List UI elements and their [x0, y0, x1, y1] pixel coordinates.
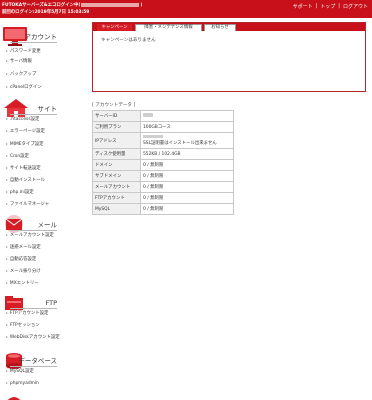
section-title-ftp: FTP — [45, 299, 57, 307]
sidebar-item-file-manager[interactable]: ファイルマネージャ — [6, 201, 49, 207]
sidebar-item-ftp-account[interactable]: FTPアカウント設定 — [6, 310, 49, 316]
table-row: ドメイン 0 / 無制限 — [92, 159, 234, 171]
sidebar-item-php-ini[interactable]: php.ini設定 — [6, 189, 34, 195]
next-section-icon — [7, 397, 21, 400]
section-title-mail: メール — [37, 221, 58, 229]
section-divider — [10, 114, 57, 115]
campaign-notice: キャンペーンはありません — [101, 38, 156, 43]
sidebar-item-cron[interactable]: Cron設定 — [6, 153, 29, 159]
tab-maintenance[interactable]: 障害・メンテナンス情報 — [135, 24, 202, 31]
row-label-disk: ディスク使用量 — [92, 148, 141, 160]
sidebar-item-spam[interactable]: 迷惑メール設定 — [6, 244, 41, 250]
row-label-mysql: MySQL — [92, 203, 141, 215]
redacted-ip-address — [143, 134, 163, 139]
tab-bar: キャンペーン 障害・メンテナンス情報 お知らせ — [93, 23, 365, 31]
section-header-site: サイト — [0, 96, 86, 117]
tab-campaign[interactable]: キャンペーン — [97, 24, 132, 31]
row-label-plan: ご利用プラン — [92, 121, 141, 133]
login-status-close: ) — [140, 3, 143, 8]
section-divider — [10, 230, 57, 231]
row-label-mail-account: メールアカウント — [92, 181, 141, 193]
account-data-heading: [ アカウントデータ ] — [92, 103, 136, 108]
table-row: ご利用プラン 100GBコース — [92, 121, 234, 133]
row-label-domain: ドメイン — [92, 159, 141, 171]
row-label-server-id: サーバーID — [92, 110, 141, 122]
service-name: FUTOKAサーバーズ — [2, 3, 44, 8]
sidebar-item-auto-install[interactable]: 自動インストール — [6, 177, 45, 183]
account-data-table: サーバーID ご利用プラン 100GBコース IPアドレス SSL証明書はインス… — [92, 110, 234, 215]
top-header-bar: FUTOKAサーバーズ&エコログイン中() 前回のログイン:2019年5月7日 … — [0, 0, 372, 18]
logout-link[interactable]: ログアウト — [343, 3, 368, 10]
support-link[interactable]: サポート — [293, 3, 313, 10]
sidebar-item-ftp-session[interactable]: FTPセッション — [6, 322, 40, 328]
redacted-username — [81, 2, 140, 7]
login-status: FUTOKAサーバーズ&エコログイン中() — [2, 2, 142, 8]
nav-separator: | — [338, 3, 340, 9]
redacted-server-id — [143, 113, 153, 117]
section-divider — [10, 308, 57, 309]
nav-separator: | — [315, 3, 318, 9]
sidebar-item-mail-account[interactable]: メールアカウント設定 — [6, 232, 54, 238]
row-value-subdomain: 0 / 無制限 — [140, 170, 234, 182]
ssl-note: SSL証明書はインストール出来ません — [143, 141, 217, 147]
table-row: MySQL 0 / 無制限 — [92, 203, 234, 215]
row-value-ip: SSL証明書はインストール出来ません — [140, 132, 234, 149]
section-header-account: アカウント — [0, 24, 86, 46]
sidebar-item-htaccess[interactable]: .htaccess設定 — [6, 116, 39, 122]
section-title-site: サイト — [37, 105, 58, 113]
sidebar-item-password[interactable]: パスワード変更 — [6, 48, 41, 54]
sidebar-item-redirect[interactable]: サイト転送設定 — [6, 165, 41, 171]
table-row: ディスク使用量 552KB / 102.4GB — [92, 148, 234, 160]
table-row: IPアドレス SSL証明書はインストール出来ません — [92, 132, 234, 149]
section-divider — [10, 366, 57, 367]
table-row: FTPアカウント 0 / 無制限 — [92, 192, 234, 204]
row-value-domain: 0 / 無制限 — [140, 159, 234, 171]
section-title-database: データベース — [18, 357, 57, 365]
sidebar-item-error-page[interactable]: エラーページ設定 — [6, 128, 45, 134]
row-value-disk: 552KB / 102.4GB — [140, 148, 234, 160]
sidebar: アカウント パスワード変更 サーバ情報 バックアップ cPanelログイン サイ… — [0, 18, 86, 400]
sidebar-item-phpmyadmin[interactable]: phpmyadmin — [6, 380, 39, 386]
row-value-mysql: 0 / 無制限 — [140, 203, 234, 215]
top-nav: サポート | トップ | ログアウト — [293, 3, 368, 10]
top-link[interactable]: トップ — [320, 3, 335, 10]
sidebar-item-mail-filter[interactable]: メール振り分け — [6, 268, 41, 274]
tab-news[interactable]: お知らせ — [204, 24, 236, 31]
table-row: メールアカウント 0 / 無制限 — [92, 181, 234, 193]
row-value-server-id — [140, 110, 234, 122]
sidebar-item-webdisk[interactable]: WebDiskアカウント設定 — [6, 334, 60, 340]
last-login: 前回のログイン:2019年5月7日 15:03:59 — [2, 9, 90, 15]
sidebar-item-mx[interactable]: MXエントリー — [6, 280, 39, 286]
row-value-mail-account: 0 / 無制限 — [140, 181, 234, 193]
row-label-subdomain: サブドメイン — [92, 170, 141, 182]
info-tab-panel: キャンペーン 障害・メンテナンス情報 お知らせ キャンペーンはありません — [92, 22, 366, 92]
row-label-ip: IPアドレス — [92, 132, 141, 149]
house-icon — [4, 99, 28, 117]
section-divider — [10, 42, 57, 43]
sidebar-item-autoresponder[interactable]: 自動応答設定 — [6, 256, 36, 262]
sidebar-item-backup[interactable]: バックアップ — [6, 71, 36, 77]
row-value-plan: 100GBコース — [140, 121, 234, 133]
section-header-mail: メール — [0, 212, 86, 233]
sidebar-item-mysql[interactable]: MySQL設定 — [6, 368, 34, 374]
section-header-database: データベース — [0, 348, 86, 369]
table-row: サブドメイン 0 / 無制限 — [92, 170, 234, 182]
section-title-account: アカウント — [24, 33, 58, 41]
sidebar-item-cpanel[interactable]: cPanelログイン — [6, 84, 42, 90]
row-value-ftp-account: 0 / 無制限 — [140, 192, 234, 204]
sidebar-item-server-info[interactable]: サーバ情報 — [6, 58, 32, 64]
login-status-text: &エコログイン中( — [43, 3, 81, 8]
sidebar-item-mime[interactable]: MIMEタイプ設定 — [6, 141, 44, 147]
table-row: サーバーID — [92, 110, 234, 122]
section-header-ftp: FTP — [0, 290, 86, 310]
row-label-ftp-account: FTPアカウント — [92, 192, 141, 204]
